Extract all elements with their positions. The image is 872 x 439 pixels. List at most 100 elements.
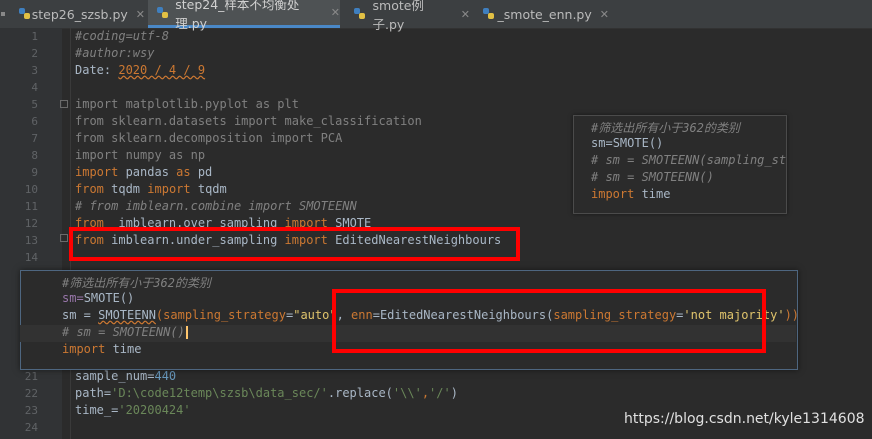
popup-line-2[interactable]: sm=SMOTE() [62, 291, 134, 305]
code-token: path= [75, 386, 112, 400]
close-icon[interactable]: ✕ [600, 8, 609, 21]
code-token: 440 [154, 369, 177, 383]
line-number: 8 [31, 149, 38, 162]
code-token: time [634, 187, 671, 201]
code-line-1[interactable]: #coding=utf-8 [75, 29, 169, 43]
red-highlight-box-import [69, 227, 520, 261]
fold-icon[interactable] [60, 234, 68, 242]
tab-label: step24_样本不均衡处理.py [175, 0, 300, 31]
code-token: Date: [75, 63, 119, 77]
tab-label: smote例子.py [372, 0, 424, 32]
code-line-21[interactable]: sample_num=440 [75, 369, 176, 383]
popup-line-1[interactable]: #筛选出所有小于362的类别 [62, 274, 211, 291]
code-token: matplotlib.pyplot as plt [118, 97, 299, 111]
tab-smote-example[interactable]: smote例子.py ✕ [345, 0, 470, 32]
tab-label: _smote_enn.py [497, 6, 592, 22]
line-number: 7 [31, 132, 38, 145]
code-token: 'D:\code12temp\szsb\data_sec/' [111, 386, 328, 400]
code-token: pd [190, 165, 213, 179]
code-token: '20200424' [118, 403, 191, 417]
python-file-icon [482, 7, 494, 21]
close-icon[interactable]: ✕ [331, 6, 340, 19]
line-number: 9 [31, 166, 38, 179]
tab-step24[interactable]: step24_样本不均衡处理.py ✕ [148, 0, 340, 31]
code-token: sklearn.decomposition import PCA [103, 131, 343, 145]
python-file-icon [156, 6, 169, 20]
watermark: https://blog.csdn.net/kyle1314608 [624, 411, 865, 427]
line-number: 6 [31, 115, 38, 128]
tab-smote-enn[interactable]: _smote_enn.py ✕ [474, 0, 609, 28]
text-cursor [185, 326, 188, 339]
code-line-3[interactable]: Date: 2020 / 4 / 9 [75, 63, 205, 77]
code-token: as [176, 165, 191, 179]
code-line-5[interactable]: import matplotlib.pyplot as plt [75, 97, 299, 111]
code-token: () [648, 136, 664, 150]
code-preview-panel: #筛选出所有小于362的类别 sm=SMOTE() # sm = SMOTEEN… [573, 115, 787, 214]
code-token: from [75, 114, 104, 128]
line-number: 21 [24, 370, 38, 383]
code-token: () [119, 291, 135, 305]
preview-line-2: sm=SMOTE() [591, 136, 663, 150]
line-number: 24 [24, 421, 38, 434]
code-token: import [62, 342, 106, 356]
code-token: )) [784, 308, 800, 322]
line-number: 22 [24, 387, 38, 400]
python-file-icon [353, 7, 367, 21]
close-icon[interactable]: ✕ [136, 8, 145, 21]
preview-line-4: # sm = SMOTEENN() [591, 170, 714, 184]
code-line-23[interactable]: time_='20200424' [75, 403, 191, 417]
code-token: # sm = SMOTEENN() [62, 325, 185, 339]
code-token: from [75, 131, 104, 145]
tab-scroll-left-icon[interactable] [0, 0, 6, 28]
fold-icon[interactable] [60, 100, 68, 108]
code-token: pandas [118, 165, 177, 179]
code-line-9[interactable]: import pandas as pd [75, 165, 212, 179]
code-token: sampling_strategy [163, 308, 286, 322]
preview-line-1: #筛选出所有小于362的类别 [591, 121, 740, 135]
editor-tab-bar: step26_szsb.py ✕ step24_样本不均衡处理.py ✕ smo… [0, 0, 872, 32]
code-token: time [105, 342, 142, 356]
python-file-icon [18, 7, 30, 21]
code-token: import [75, 148, 119, 162]
code-line-8[interactable]: import numpy as np [75, 148, 205, 162]
code-token: sm= [591, 136, 613, 150]
line-number: 12 [24, 217, 38, 230]
code-line-2[interactable]: #author:wsy [75, 46, 154, 60]
code-token: import [591, 187, 635, 201]
preview-line-3: # sm = SMOTEENN(sampling_str [591, 153, 787, 167]
code-line-10[interactable]: from tqdm import tqdm [75, 182, 227, 196]
code-token: .replace( [327, 386, 393, 400]
code-token: , [421, 386, 430, 400]
code-line-11[interactable]: # from imblearn.combine import SMOTEENN [75, 199, 357, 213]
code-line-7[interactable]: from sklearn.decomposition import PCA [75, 131, 342, 145]
code-token: import [147, 182, 191, 196]
code-line-6[interactable]: from sklearn.datasets import make_classi… [75, 114, 422, 128]
code-token: "auto" [293, 308, 337, 322]
line-number: 1 [31, 30, 38, 43]
preview-line-5: import time [591, 187, 670, 201]
line-number: 2 [31, 47, 38, 60]
line-number-gutter: 1 2 3 4 5 6 7 8 9 10 11 12 13 14 21 22 2… [0, 28, 62, 439]
line-number: 11 [24, 200, 38, 213]
line-number: 23 [24, 404, 38, 417]
code-line-22[interactable]: path='D:\code12temp\szsb\data_sec/'.repl… [75, 386, 458, 400]
code-token: SMOTE [83, 291, 120, 305]
code-token: sm= [62, 291, 84, 305]
code-token: import [75, 97, 119, 111]
code-token: time_= [75, 403, 119, 417]
line-number: 10 [24, 183, 38, 196]
line-number: 5 [31, 98, 38, 111]
code-token: sample_num= [75, 369, 155, 383]
code-token: ) [450, 386, 458, 400]
close-icon[interactable]: ✕ [461, 8, 470, 21]
code-token: SMOTEENN [98, 308, 156, 322]
popup-line-4[interactable]: # sm = SMOTEENN() [62, 325, 188, 339]
code-token: sklearn.datasets import make_classificat… [103, 114, 422, 128]
line-number: 13 [24, 234, 38, 247]
code-token: sm = [62, 308, 99, 322]
popup-line-5[interactable]: import time [62, 342, 141, 356]
tab-step26[interactable]: step26_szsb.py ✕ [10, 0, 145, 28]
code-token: from [75, 182, 104, 196]
code-token: SMOTE [612, 136, 649, 150]
red-highlight-box-enn [332, 289, 766, 353]
